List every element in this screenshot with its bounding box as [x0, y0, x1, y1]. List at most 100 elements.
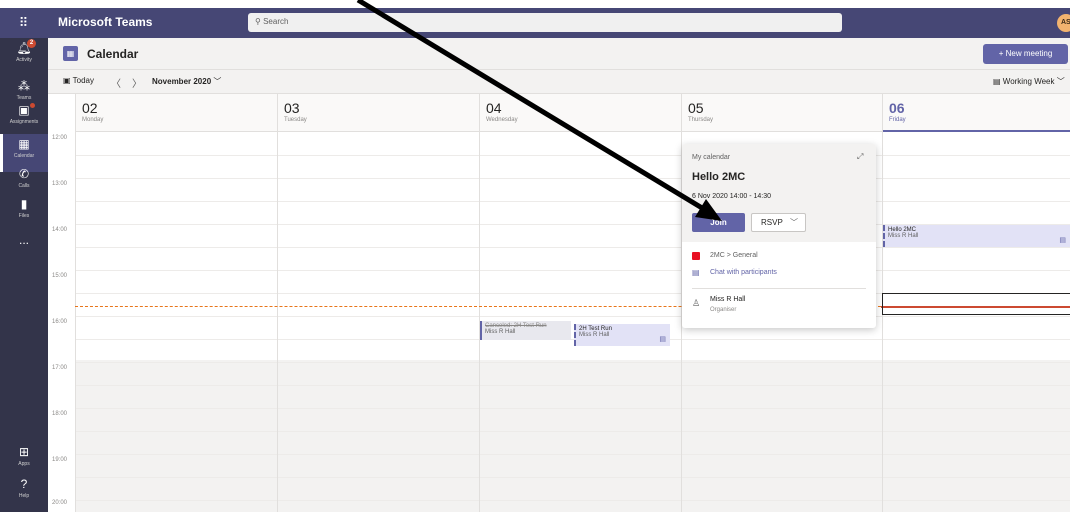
day-name: Thursday: [688, 117, 714, 123]
calendar-logo-icon: ▦: [63, 46, 78, 61]
grid-line: [75, 362, 1070, 363]
assignments-icon: ▣: [18, 103, 30, 117]
grid-line: [75, 408, 1070, 409]
title-bar: ⠿ Microsoft Teams ⚲ Search AS: [0, 0, 1070, 38]
hour-label: 15:00: [52, 273, 68, 279]
chat-with-participants-link[interactable]: Chat with participants: [710, 269, 777, 276]
previous-week-button[interactable]: 〈: [111, 75, 121, 90]
chevron-down-icon: ﹀: [213, 77, 222, 86]
channel-color-icon: [692, 252, 700, 260]
selected-time-slot[interactable]: [882, 293, 1070, 315]
today-button[interactable]: ▣ Today: [63, 76, 94, 85]
grid-line: [75, 201, 1070, 202]
grid-line: [75, 477, 1070, 478]
off-hours-shading: [75, 360, 1070, 512]
hour-label: 17:00: [52, 365, 68, 371]
search-input[interactable]: ⚲ Search: [248, 13, 842, 32]
popup-calendar-name: My calendar: [692, 154, 731, 161]
day-header-friday[interactable]: 06 Friday: [882, 94, 1070, 132]
activity-badge: 2: [27, 39, 36, 48]
day-number: 04: [486, 100, 502, 116]
day-column-tuesday[interactable]: [277, 132, 278, 512]
day-name: Tuesday: [284, 117, 307, 123]
hour-label: 20:00: [52, 500, 68, 506]
apps-icon: ⊞: [18, 445, 30, 459]
channel-link[interactable]: 2MC > General: [710, 252, 758, 259]
hour-label: 18:00: [52, 411, 68, 417]
calendar-grid: 12:00 13:00 14:00 15:00 16:00 17:00 18:0…: [48, 132, 1070, 512]
title-bar-inner: ⠿ Microsoft Teams ⚲ Search AS: [0, 8, 1070, 38]
grid-line: [75, 178, 1070, 179]
rail-item-label: Help: [18, 493, 30, 499]
organizer-name: Miss R Hall: [710, 296, 746, 303]
search-placeholder: Search: [263, 17, 289, 26]
hour-label: 12:00: [52, 135, 68, 141]
rail-item-assignments[interactable]: ▣ Assignments: [0, 100, 48, 138]
next-week-button[interactable]: 〉: [132, 75, 142, 90]
view-label: Working Week: [1002, 77, 1055, 86]
calendar-nav: ▣ Today 〈 〉 November 2020 ﹀ ▤ Working We…: [48, 70, 1070, 94]
event-organizer: Miss R Hall: [579, 332, 610, 338]
day-header-thursday[interactable]: 05 Thursday: [681, 94, 882, 132]
join-button[interactable]: Join: [692, 213, 745, 232]
app-launcher-icon[interactable]: ⠿: [0, 8, 48, 38]
rail-item-label: Activity: [16, 57, 32, 63]
rail-item-files[interactable]: ▮ Files: [0, 194, 48, 232]
popup-header: My calendar ⤢ Hello 2MC 6 Nov 2020 14:00…: [682, 144, 876, 242]
day-number: 06: [889, 100, 905, 116]
app-title: Microsoft Teams: [58, 15, 153, 29]
day-name: Wednesday: [486, 117, 518, 123]
divider: [692, 288, 866, 289]
event-canceled-2h-test-run[interactable]: Canceled: 2H Test Run Miss R Hall: [480, 321, 571, 340]
expand-icon[interactable]: ⤢: [857, 152, 863, 162]
page-title: Calendar: [87, 47, 139, 61]
rail-item-label: Files: [18, 213, 30, 219]
rail-item-help[interactable]: ? Help: [0, 474, 48, 512]
chevron-down-icon: ﹀: [1056, 77, 1065, 86]
grid-line: [75, 247, 1070, 248]
month-picker[interactable]: November 2020 ﹀: [152, 76, 221, 87]
hour-label: 13:00: [52, 181, 68, 187]
organizer-role: Organiser: [710, 307, 737, 313]
rail-item-label: Calls: [18, 183, 30, 189]
grid-line: [75, 454, 1070, 455]
rail-item-label: Calendar: [13, 153, 35, 159]
event-2h-test-run[interactable]: 2H Test Run Miss R Hall ▤: [574, 324, 670, 346]
rail-item-label: Assignments: [9, 119, 39, 125]
hour-label: 14:00: [52, 227, 68, 233]
notification-dot: [30, 103, 35, 108]
avatar[interactable]: AS: [1057, 14, 1070, 32]
popup-datetime: 6 Nov 2020 14:00 - 14:30: [692, 193, 772, 200]
app-rail: 🔔︎ 2 Activity ⁂ Teams ▣ Assignments ▦ Ca…: [0, 38, 48, 512]
rail-item-more[interactable]: ...: [0, 230, 48, 268]
view-selector[interactable]: ▤ Working Week ﹀: [993, 76, 1065, 87]
grid-line: [75, 431, 1070, 432]
day-header-monday[interactable]: 02 Monday: [75, 94, 277, 132]
meeting-icon: ▤: [659, 336, 666, 343]
bell-icon: 🔔︎: [16, 41, 32, 55]
teams-icon: ⁂: [18, 79, 30, 93]
calendar-icon: ▦: [18, 137, 30, 151]
grid-line: [75, 500, 1070, 501]
new-meeting-button[interactable]: + New meeting: [983, 44, 1068, 64]
grid-line: [75, 316, 1070, 317]
day-number: 05: [688, 100, 704, 116]
day-column-friday[interactable]: [882, 132, 883, 512]
day-column-monday[interactable]: [75, 132, 76, 512]
rsvp-label: RSVP: [761, 218, 783, 227]
rail-item-activity[interactable]: 🔔︎ 2 Activity: [0, 38, 48, 76]
chat-icon: ▤: [692, 268, 700, 277]
event-hello-2mc[interactable]: Hello 2MC Miss R Hall ▤: [883, 225, 1070, 247]
rsvp-button[interactable]: RSVP ﹀: [751, 213, 806, 232]
hour-label: 19:00: [52, 457, 68, 463]
day-number: 03: [284, 100, 300, 116]
calendar-small-icon: ▣: [63, 76, 73, 85]
event-organizer: Miss R Hall: [888, 233, 919, 239]
grid-line: [75, 385, 1070, 386]
rail-item-label: Apps: [18, 461, 30, 467]
grid-line: [75, 339, 1070, 340]
file-icon: ▮: [20, 197, 28, 211]
search-icon: ⚲: [255, 17, 264, 26]
day-header-tuesday[interactable]: 03 Tuesday: [277, 94, 479, 132]
day-header-wednesday[interactable]: 04 Wednesday: [479, 94, 681, 132]
